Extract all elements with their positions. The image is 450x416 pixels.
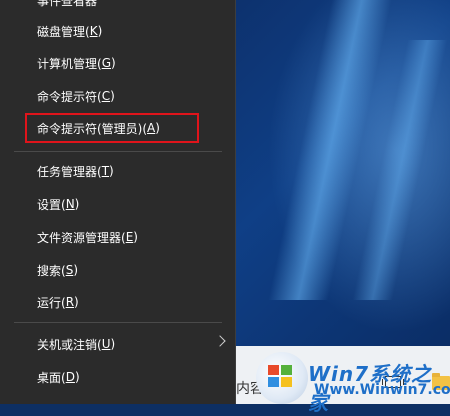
watermark: Win7系统之家 Www.Winwin7.com [256, 352, 450, 415]
menu-item-desktop[interactable]: 桌面(D) [0, 361, 235, 393]
menu-item-run[interactable]: 运行(R) [0, 286, 235, 318]
watermark-url: Www.Winwin7.com [314, 382, 450, 398]
windows-logo-icon [256, 352, 308, 404]
winx-context-menu: 事件查看器 磁盘管理(K) 计算机管理(G) 命令提示符(C) 命令提示符(管理… [0, 0, 236, 404]
menu-item-disk-management[interactable]: 磁盘管理(K) [0, 15, 235, 47]
highlight-annotation-box [25, 113, 199, 143]
menu-item-search[interactable]: 搜索(S) [0, 254, 235, 286]
menu-item-computer-management[interactable]: 计算机管理(G) [0, 47, 235, 79]
menu-item-task-manager[interactable]: 任务管理器(T) [0, 155, 235, 187]
windows-flag-icon [268, 365, 294, 389]
menu-separator [14, 151, 222, 152]
menu-item-event-viewer-partial[interactable]: 事件查看器 [37, 0, 97, 9]
menu-item-file-explorer[interactable]: 文件资源管理器(E) [0, 221, 235, 253]
menu-item-settings[interactable]: 设置(N) [0, 188, 235, 220]
menu-separator [14, 322, 222, 323]
menu-item-command-prompt[interactable]: 命令提示符(C) [0, 80, 235, 112]
menu-item-shutdown-signout[interactable]: 关机或注销(U) [0, 328, 235, 360]
